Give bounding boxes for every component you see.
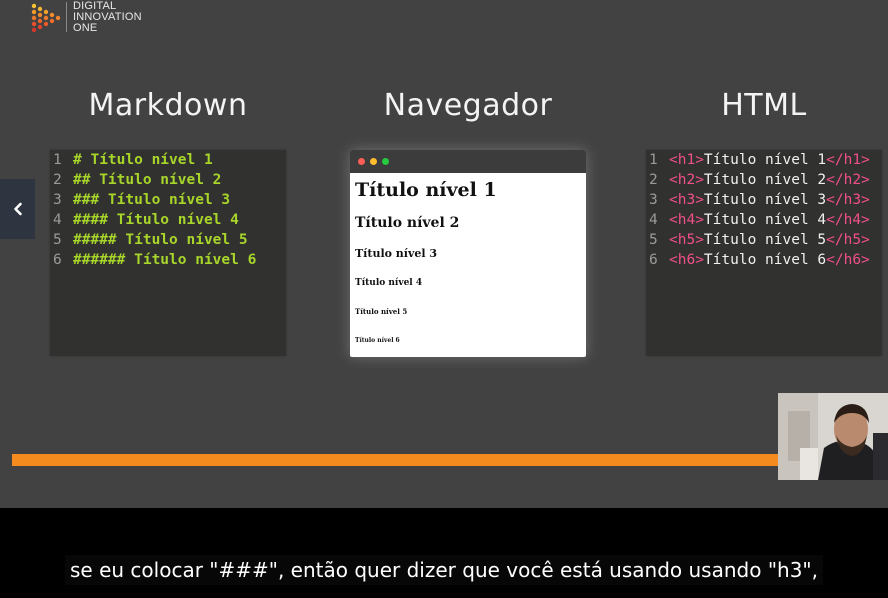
html-code-text: Título nível 5 (703, 232, 827, 248)
caption-text: se eu colocar "###", então quer dizer qu… (65, 555, 823, 585)
code-line: 2 <h2>Título nível 2</h2> (646, 170, 882, 190)
minimize-dot-icon (370, 158, 377, 165)
browser-window-mock: Título nível 1 Título nível 2 Título nív… (350, 150, 586, 357)
rendered-heading-5: Título nível 5 (355, 307, 408, 316)
rendered-heading-2: Título nível 2 (355, 215, 460, 231)
rendered-heading-4: Título nível 4 (355, 278, 423, 288)
open-tag: <h5> (669, 232, 704, 248)
html-code-text: Título nível 6 (703, 252, 827, 268)
line-number: 3 (53, 192, 62, 208)
maximize-dot-icon (382, 158, 389, 165)
code-line: 6 ###### Título nível 6 (50, 250, 286, 270)
close-dot-icon (358, 158, 365, 165)
browser-title: Navegador (383, 88, 553, 123)
open-tag: <h6> (669, 252, 704, 268)
markdown-code-text: ### Título nível 3 (73, 192, 231, 208)
markdown-code-text: #### Título nível 4 (73, 212, 239, 228)
presenter-webcam (778, 393, 888, 480)
line-number: 5 (53, 232, 62, 248)
video-progress-bar[interactable] (12, 454, 878, 466)
progress-fill (12, 454, 792, 466)
code-line: 2 ## Título nível 2 (50, 170, 286, 190)
html-code-text: Título nível 3 (703, 192, 827, 208)
line-number: 1 (53, 152, 62, 168)
code-line: 3 <h3>Título nível 3</h3> (646, 190, 882, 210)
close-tag: </h2> (826, 172, 870, 188)
code-line: 4 #### Título nível 4 (50, 210, 286, 230)
slide: DIGITAL INNOVATION ONE Markdown Navegado… (0, 0, 888, 508)
line-number: 3 (649, 192, 658, 208)
previous-slide-button[interactable] (0, 179, 35, 239)
markdown-code-text: ## Título nível 2 (73, 172, 222, 188)
logo-line-3: ONE (73, 21, 98, 34)
markdown-code-text: ##### Título nível 5 (73, 232, 248, 248)
html-title: HTML (721, 88, 807, 123)
markdown-title: Markdown (88, 88, 248, 123)
line-number: 1 (649, 152, 658, 168)
rendered-heading-3: Título nível 3 (355, 247, 438, 260)
logo-mark-icon (30, 0, 62, 34)
close-tag: </h5> (826, 232, 870, 248)
browser-title-bar (350, 150, 586, 173)
code-line: 5 <h5>Título nível 5</h5> (646, 230, 882, 250)
line-number: 2 (53, 172, 62, 188)
markdown-code-text: # Título nível 1 (73, 152, 213, 168)
line-number: 4 (53, 212, 62, 228)
close-tag: </h1> (826, 152, 870, 168)
subtitle-caption: se eu colocar "###", então quer dizer qu… (0, 555, 888, 585)
code-line: 6 <h6>Título nível 6</h6> (646, 250, 882, 270)
logo-divider (66, 2, 67, 32)
logo-line-1: DIGITAL (73, 0, 117, 12)
code-line: 1 # Título nível 1 (50, 150, 286, 170)
line-number: 6 (53, 252, 62, 268)
code-line: 5 ##### Título nível 5 (50, 230, 286, 250)
code-line: 3 ### Título nível 3 (50, 190, 286, 210)
close-tag: </h3> (826, 192, 870, 208)
line-number: 2 (649, 172, 658, 188)
logo-wordmark: DIGITAL INNOVATION ONE (73, 0, 142, 34)
line-number: 6 (649, 252, 658, 268)
browser-content: Título nível 1 Título nível 2 Título nív… (350, 173, 586, 348)
open-tag: <h3> (669, 192, 704, 208)
open-tag: <h4> (669, 212, 704, 228)
html-code-text: Título nível 4 (703, 212, 827, 228)
logo-line-2: INNOVATION (73, 10, 142, 23)
open-tag: <h1> (669, 152, 704, 168)
rendered-heading-1: Título nível 1 (355, 179, 497, 201)
open-tag: <h2> (669, 172, 704, 188)
dio-logo: DIGITAL INNOVATION ONE (30, 0, 142, 34)
rendered-heading-6: Título nível 6 (355, 337, 400, 344)
markdown-code-text: ###### Título nível 6 (73, 252, 257, 268)
code-line: 1 <h1>Título nível 1</h1> (646, 150, 882, 170)
line-number: 5 (649, 232, 658, 248)
line-number: 4 (649, 212, 658, 228)
code-line: 4 <h4>Título nível 4</h4> (646, 210, 882, 230)
markdown-code-panel: 1 # Título nível 1 2 ## Título nível 2 3 ##… (50, 150, 286, 356)
presenter-video-image (778, 393, 888, 480)
html-code-text: Título nível 1 (703, 152, 827, 168)
close-tag: </h6> (826, 252, 870, 268)
close-tag: </h4> (826, 212, 870, 228)
chevron-left-icon (13, 202, 22, 216)
html-code-text: Título nível 2 (703, 172, 827, 188)
html-code-panel: 1 <h1>Título nível 1</h1> 2 <h2>Título nív… (646, 150, 882, 356)
